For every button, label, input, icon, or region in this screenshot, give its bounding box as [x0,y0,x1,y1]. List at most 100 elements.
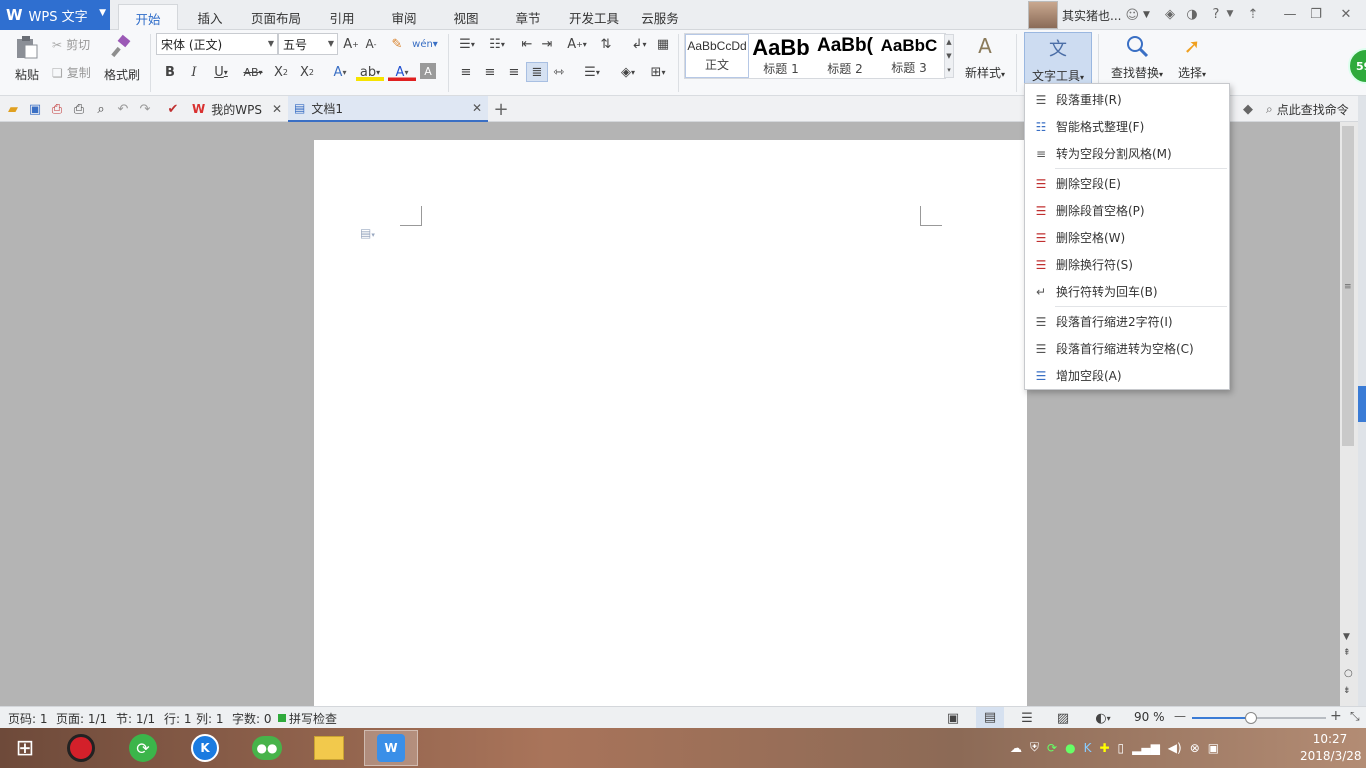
superscript-icon[interactable]: X2 [272,63,290,81]
menu-item-delete-leading-space[interactable]: ☰ 删除段首空格(P) [1026,197,1228,224]
taskbar-k-app[interactable]: K [178,730,232,766]
decrease-indent-icon[interactable]: ⇤ [518,35,536,53]
distribute-icon[interactable]: ⇿ [550,63,568,81]
tab-page-layout[interactable]: 页面布局 [244,4,308,30]
pinyin-icon[interactable]: wén▾ [412,35,438,53]
k-tray-icon[interactable]: K [1084,741,1092,755]
align-center-icon[interactable]: ≡ [482,63,498,81]
close-icon[interactable]: ✕ [1338,6,1354,22]
tab-references[interactable]: 引用 [318,4,366,30]
format-painter-button[interactable]: 格式刷 [102,34,142,83]
battery-icon[interactable]: ▯ [1118,741,1125,755]
menu-item-delete-linebreak[interactable]: ☰ 删除换行符(S) [1026,251,1228,278]
tab-home[interactable]: 开始 [118,4,178,31]
user-area[interactable]: 其实猪也... ☺ ▼ [1028,0,1150,30]
taskbar-sync[interactable]: ⟳ [116,730,170,766]
side-panel-strip[interactable] [1358,96,1366,706]
status-page[interactable]: 页面: 1/1 [56,710,107,727]
outline-view-icon[interactable]: ☰ [1018,709,1036,727]
borders-icon[interactable]: ⊞ ▾ [644,63,672,81]
select-button[interactable]: ➚ 选择▾ [1172,34,1212,81]
undo-icon[interactable]: ↶ [114,100,132,118]
menu-item-smart-format[interactable]: ☷ 智能格式整理(F) [1026,113,1228,140]
command-search[interactable]: ⌕ 点此查找命令 [1266,101,1349,118]
prev-page-icon[interactable]: ⇞ [1343,648,1351,658]
collapse-status-icon[interactable]: ⤡ [1350,709,1360,724]
open-icon[interactable]: ▰ [4,100,22,118]
cut-button[interactable]: ✂ 剪切 [52,36,90,53]
menu-item-paragraph-rearrange[interactable]: ☰ 段落重排(R) [1026,86,1228,113]
skin-icon[interactable]: ☺ [1125,8,1139,23]
green-sync-icon[interactable]: ⟳ [1047,741,1057,755]
style-normal[interactable]: AaBbCcDd 正文 [685,34,749,78]
justify-icon[interactable]: ≣ [526,62,548,82]
pin-icon[interactable]: ◆ [1240,100,1256,118]
status-section[interactable]: 节: 1/1 [116,710,155,727]
char-shading-icon[interactable]: A [420,63,436,79]
avatar[interactable] [1028,1,1058,29]
print-preview-icon[interactable]: ⌕ [92,100,110,118]
clear-format-icon[interactable]: ✎ [388,35,406,53]
bold-icon[interactable]: B [162,63,178,81]
document-page[interactable]: ▤▾ [314,140,1027,706]
maximize-icon[interactable]: ❐ [1308,6,1324,22]
next-page-icon[interactable]: ⇟ [1343,686,1351,696]
menu-item-indent-2-chars[interactable]: ☰ 段落首行缩进2字符(I) [1026,308,1228,335]
share-icon[interactable]: ◈ [1162,6,1178,22]
status-spell[interactable]: 拼写检查 [289,710,337,727]
tab-cloud[interactable]: 云服务 [636,4,684,30]
minimize-icon[interactable]: — [1282,6,1298,22]
close-icon[interactable]: ✕ [472,101,482,115]
signal-icon[interactable]: ▂▄▆ [1132,741,1160,755]
save-icon[interactable]: ▣ [26,100,44,118]
style-heading-1[interactable]: AaBb 标题 1 [749,34,813,78]
status-col[interactable]: 列: 1 [196,710,224,727]
chevron-down-icon[interactable]: ▼ [1143,10,1150,20]
subscript-icon[interactable]: X2 [298,63,316,81]
align-left-icon[interactable]: ≡ [458,63,474,81]
tab-chapter[interactable]: 章节 [504,4,552,30]
sort-icon[interactable]: ⇅ [596,35,616,53]
taskbar-wps[interactable]: W [364,730,418,766]
zoom-out-icon[interactable]: — [1174,709,1186,723]
menu-item-indent-to-space[interactable]: ☰ 段落首行缩进转为空格(C) [1026,335,1228,362]
highlight-icon[interactable]: ab ▾ [356,63,384,81]
print-icon[interactable]: ⎙ [70,100,88,118]
customize-icon[interactable]: ✔ [164,100,182,118]
underline-icon[interactable]: U ▾ [208,63,234,81]
side-panel-toggle[interactable] [1358,386,1366,422]
zoom-slider[interactable] [1192,717,1326,719]
shading-icon[interactable]: ◈ ▾ [614,63,642,81]
status-row[interactable]: 行: 1 [164,710,192,727]
tab-insert[interactable]: 插入 [184,4,236,30]
user-name[interactable]: 其实猪也... [1062,7,1121,24]
text-tools-button[interactable]: 文 文字工具▾ [1024,32,1092,84]
table-icon[interactable]: ▦ [654,35,672,53]
new-tab-icon[interactable]: + [492,99,510,120]
clock[interactable]: 10:27 2018/3/28 [1300,731,1362,765]
line-spacing-icon[interactable]: ☰ ▾ [578,63,606,81]
styles-scroll[interactable]: ▲ ▼ ▾ [944,34,954,78]
font-family-select[interactable]: 宋体 (正文) ▼ [156,33,278,55]
zoom-in-icon[interactable]: + [1330,708,1342,724]
score-badge[interactable]: 59 [1348,48,1366,84]
redo-icon[interactable]: ↷ [136,100,154,118]
close-circle-icon[interactable]: ⊗ [1190,741,1200,755]
shield-icon[interactable]: ⛨ [1030,740,1039,755]
menu-item-delete-space[interactable]: ☰ 删除空格(W) [1026,224,1228,251]
zoom-level[interactable]: 90 % [1134,710,1165,724]
status-words[interactable]: 字数: 0 [232,710,272,727]
menu-item-empty-para-style[interactable]: ≡ 转为空段分割风格(M) [1026,140,1228,167]
align-right-icon[interactable]: ≡ [506,63,522,81]
tab-review[interactable]: 审阅 [380,4,428,30]
app-menu-button[interactable]: W WPS 文字 ▼ [0,0,110,30]
scroll-down-icon[interactable]: ▼ [1343,632,1350,642]
zoom-slider-thumb[interactable] [1245,712,1257,724]
numbered-list-icon[interactable]: ☷ ▾ [484,35,510,53]
show-marks-icon[interactable]: ↲ ▾ [626,35,652,53]
italic-icon[interactable]: I [186,63,202,81]
menu-item-linebreak-to-return[interactable]: ↵ 换行符转为回车(B) [1026,278,1228,305]
text-direction-icon[interactable]: A + ▾ [562,35,592,53]
plus-tray-icon[interactable]: ✚ [1099,741,1109,755]
taskbar-media-player[interactable] [54,730,108,766]
